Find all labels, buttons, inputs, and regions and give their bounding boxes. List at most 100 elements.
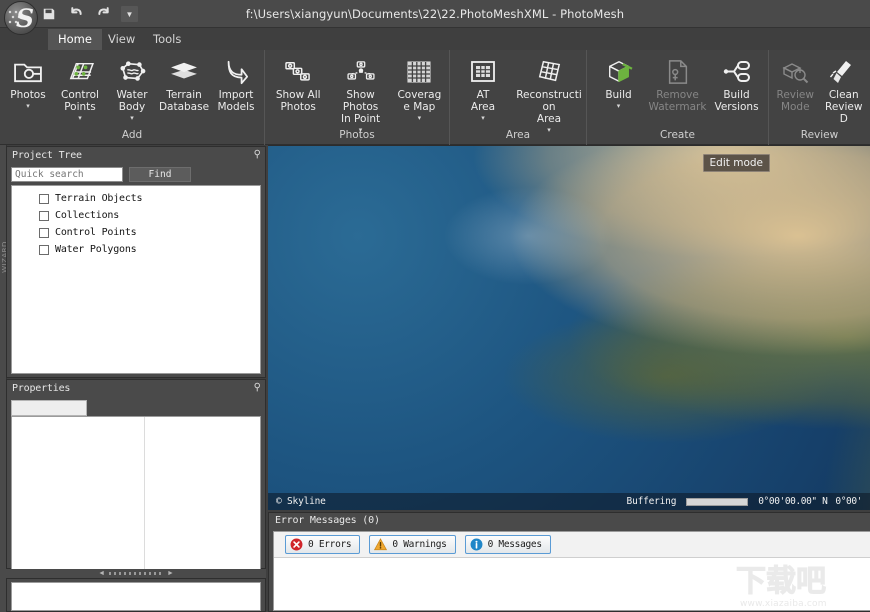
chevron-down-icon[interactable]: ▾ bbox=[26, 102, 30, 111]
viewport-status-bar: © Skyline Buffering 0°00'00.00" N 0°00' bbox=[268, 493, 870, 510]
properties-header: Properties ⚲ bbox=[7, 380, 265, 396]
tab-tools[interactable]: Tools bbox=[143, 29, 191, 50]
lower-left-panel-body[interactable] bbox=[11, 582, 261, 611]
pin-icon[interactable]: ⚲ bbox=[254, 149, 261, 160]
import-models-icon bbox=[220, 57, 252, 87]
ribbon-button-coverage-map[interactable]: Coverag e Map ▾ bbox=[392, 54, 447, 124]
ribbon-label-build-versions: Build Versions bbox=[707, 89, 766, 113]
collapse-left-icon[interactable]: ◄ bbox=[98, 570, 105, 577]
customize-quick-access-icon[interactable]: ▼ bbox=[121, 6, 138, 22]
ribbon-button-build[interactable]: Build ▾ bbox=[589, 54, 648, 124]
ribbon-group-add: Photos ▾ Control Points bbox=[0, 50, 265, 145]
ribbon-button-photos[interactable]: Photos ▾ bbox=[2, 54, 54, 124]
tree-item-collections[interactable]: Collections bbox=[12, 207, 260, 224]
control-points-icon bbox=[64, 57, 96, 87]
tree-item-terrain-objects[interactable]: Terrain Objects bbox=[12, 190, 260, 207]
photomesh-window: f:\Users\xiangyun\Documents\22\22.PhotoM… bbox=[0, 0, 870, 612]
ribbon-label-control-points: Control Points bbox=[54, 89, 106, 113]
project-tree-title: Project Tree bbox=[7, 150, 82, 161]
ribbon-label-show-photos-in-point: Show Photos In Point bbox=[329, 89, 391, 125]
tree-item-label: Water Polygons bbox=[55, 244, 137, 255]
tree-item-label: Terrain Objects bbox=[55, 193, 142, 204]
error-messages-panel: Error Messages (0) 0 Errors 0 Warnings bbox=[268, 512, 870, 612]
ribbon-button-show-photos-in-point[interactable]: Show Photos In Point ▾ bbox=[329, 54, 391, 135]
error-messages-body[interactable]: 0 Errors 0 Warnings 0 Messages bbox=[273, 531, 870, 611]
properties-grid-divider bbox=[144, 417, 145, 576]
ribbon-button-control-points[interactable]: Control Points ▾ bbox=[54, 54, 106, 124]
chevron-down-icon[interactable]: ▾ bbox=[78, 114, 82, 123]
remove-watermark-icon bbox=[662, 57, 694, 87]
checkbox-icon[interactable] bbox=[39, 194, 49, 204]
checkbox-icon[interactable] bbox=[39, 228, 49, 238]
messages-filter-button[interactable]: 0 Messages bbox=[465, 535, 551, 554]
splitter-grip[interactable] bbox=[109, 572, 163, 575]
search-input[interactable] bbox=[11, 167, 123, 182]
tree-item-label: Control Points bbox=[55, 227, 137, 238]
ribbon-label-coverage-map: Coverag e Map bbox=[392, 89, 447, 113]
warnings-filter-button[interactable]: 0 Warnings bbox=[369, 535, 455, 554]
ribbon-label-import-models: Import Models bbox=[210, 89, 262, 113]
pin-icon[interactable]: ⚲ bbox=[254, 382, 261, 393]
chevron-down-icon[interactable]: ▾ bbox=[481, 114, 485, 123]
ribbon-group-label-create: Create bbox=[587, 128, 768, 145]
properties-grid[interactable] bbox=[11, 416, 261, 577]
clean-review-icon bbox=[828, 57, 860, 87]
ribbon-group-review: Review Mode Clean Review D Review bbox=[769, 50, 870, 145]
ribbon-button-terrain-database[interactable]: Terrain Database bbox=[158, 54, 210, 124]
chevron-down-icon[interactable]: ▾ bbox=[130, 114, 134, 123]
earth-globe[interactable] bbox=[268, 145, 870, 510]
project-tree-list[interactable]: Terrain Objects Collections Control Poin… bbox=[11, 185, 261, 374]
app-logo-letter: S bbox=[16, 5, 29, 33]
properties-tab-row bbox=[7, 396, 265, 416]
tree-item-control-points[interactable]: Control Points bbox=[12, 224, 260, 241]
ribbon-button-reconstruction-area[interactable]: Reconstruction Area ▾ bbox=[514, 54, 584, 135]
ribbon-button-at-area[interactable]: AT Area ▾ bbox=[452, 54, 514, 124]
chevron-down-icon[interactable]: ▾ bbox=[418, 114, 422, 123]
photos-in-point-icon bbox=[345, 57, 377, 87]
save-icon[interactable] bbox=[40, 5, 58, 23]
buffering-label: Buffering bbox=[627, 496, 677, 507]
tab-view[interactable]: View bbox=[98, 29, 145, 50]
properties-tab[interactable] bbox=[11, 400, 87, 416]
project-tree-toolbar: Find bbox=[7, 163, 265, 185]
redo-icon[interactable] bbox=[94, 5, 112, 23]
undo-icon[interactable] bbox=[67, 5, 85, 23]
ribbon-button-build-versions[interactable]: Build Versions bbox=[707, 54, 766, 124]
info-icon bbox=[470, 538, 483, 551]
tree-item-water-polygons[interactable]: Water Polygons bbox=[12, 241, 260, 258]
find-button[interactable]: Find bbox=[129, 167, 191, 182]
ribbon: Photos ▾ Control Points bbox=[0, 50, 870, 145]
edit-mode-button[interactable]: Edit mode bbox=[703, 154, 770, 172]
error-messages-header: Error Messages (0) bbox=[269, 513, 870, 528]
warnings-filter-label: 0 Warnings bbox=[392, 539, 446, 550]
errors-filter-label: 0 Errors bbox=[308, 539, 351, 550]
project-tree-panel: Project Tree ⚲ Find Terrain Objects Coll… bbox=[6, 146, 266, 378]
ribbon-label-photos: Photos bbox=[2, 89, 54, 101]
errors-filter-button[interactable]: 0 Errors bbox=[285, 535, 360, 554]
tab-home[interactable]: Home bbox=[48, 29, 102, 50]
coverage-map-icon bbox=[403, 57, 435, 87]
folder-photos-icon bbox=[12, 57, 44, 87]
ribbon-button-import-models[interactable]: Import Models bbox=[210, 54, 262, 124]
ribbon-group-photos: Show All Photos Show Photos In Point ▾ bbox=[265, 50, 450, 145]
quick-access-toolbar: ▼ bbox=[40, 3, 138, 25]
ribbon-label-build: Build bbox=[589, 89, 648, 101]
checkbox-icon[interactable] bbox=[39, 211, 49, 221]
water-body-icon bbox=[116, 57, 148, 87]
ribbon-button-clean-review-data[interactable]: Clean Review D bbox=[820, 54, 869, 125]
checkbox-icon[interactable] bbox=[39, 245, 49, 255]
terrain-database-icon bbox=[168, 57, 200, 87]
app-logo-icon[interactable]: S bbox=[4, 1, 38, 35]
ribbon-button-remove-watermark: Remove Watermark bbox=[648, 54, 707, 124]
ribbon-tabstrip: Home View Tools bbox=[0, 28, 870, 50]
project-tree-header: Project Tree ⚲ bbox=[7, 147, 265, 163]
globe-viewport[interactable]: Edit mode © Skyline Buffering 0°00'00.00… bbox=[268, 145, 870, 510]
latitude-readout: 0°00'00.00" N bbox=[758, 496, 835, 507]
collapse-right-icon[interactable]: ► bbox=[167, 570, 174, 577]
panel-splitter[interactable]: ◄ ► bbox=[6, 569, 266, 578]
ribbon-button-water-body[interactable]: Water Body ▾ bbox=[106, 54, 158, 124]
ribbon-group-create: Build ▾ Remove Watermark bbox=[587, 50, 769, 145]
chevron-down-icon[interactable]: ▾ bbox=[617, 102, 621, 111]
ribbon-label-review-mode: Review Mode bbox=[771, 89, 820, 113]
ribbon-button-show-all-photos[interactable]: Show All Photos bbox=[267, 54, 329, 124]
